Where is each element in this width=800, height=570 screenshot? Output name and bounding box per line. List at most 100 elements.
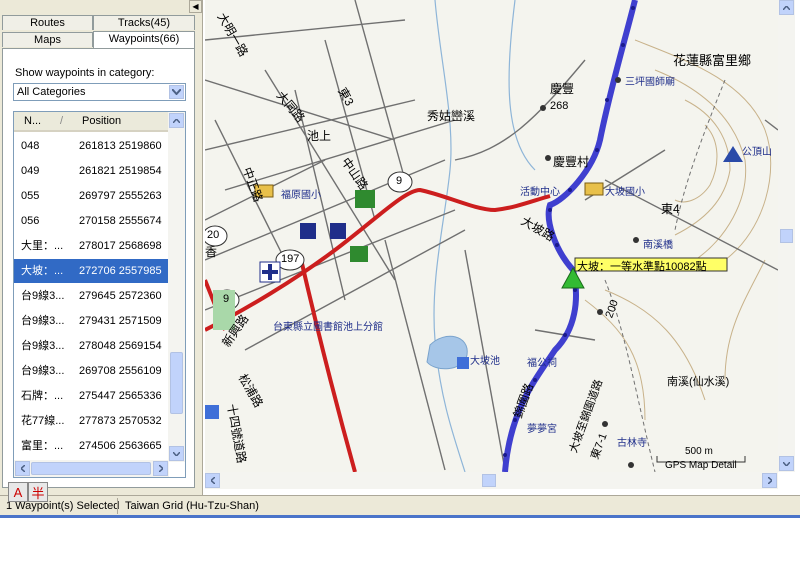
map-vertical-scrollbar[interactable] xyxy=(778,0,795,472)
category-select-value: All Categories xyxy=(17,86,86,98)
map-scale-label: 500 m xyxy=(685,446,713,457)
map-label-dong4: 東4 xyxy=(661,202,680,216)
map-label-pond: 池上 xyxy=(307,129,332,143)
tab-routes[interactable]: Routes xyxy=(2,15,93,30)
waypoint-name: 台9線3... xyxy=(21,365,65,377)
waypoint-name: 049 xyxy=(21,165,40,177)
map-canvas xyxy=(205,0,778,472)
list-item[interactable]: 台9線3... 278048 2569154 xyxy=(14,334,169,358)
ime-mode-button[interactable]: A xyxy=(8,482,28,502)
list-item[interactable]: 049 261821 2519854 xyxy=(14,159,169,183)
map-vscroll-thumb[interactable] xyxy=(780,229,793,243)
status-grid: Taiwan Grid (Hu-Tzu-Shan) xyxy=(125,500,259,512)
map-label-gulin: 古林寺 xyxy=(617,438,647,449)
route-shield-20: 20 xyxy=(207,229,220,241)
map-label-fuyuan: 福原國小 xyxy=(281,190,321,201)
waypoint-name: 大里：... xyxy=(21,240,64,252)
map-label-activity: 活動中心 xyxy=(520,187,560,198)
waypoint-position: 274506 2563665 xyxy=(79,440,162,452)
route-shield-9: 9 xyxy=(396,175,403,187)
map-scroll-left-icon[interactable] xyxy=(205,473,220,488)
waypoint-name: 富里：... xyxy=(21,440,64,452)
list-item[interactable]: 台9線3... 279431 2571509 xyxy=(14,309,169,333)
list-item[interactable]: 花77線... 277873 2570532 xyxy=(14,409,169,433)
map-label-qingfeng-village: 慶豐村 xyxy=(553,155,590,169)
waypoint-name: 056 xyxy=(21,215,40,227)
waypoint-name: 台9線3... xyxy=(21,290,65,302)
map-label-fumeng: 夢夢宮 xyxy=(527,424,557,435)
waypoint-position: 261821 2519854 xyxy=(79,165,162,177)
list-item[interactable]: 富里：... 274506 2563665 xyxy=(14,434,169,458)
chevron-down-icon[interactable] xyxy=(169,85,184,99)
ime-halfwidth-button[interactable]: 半 xyxy=(28,482,48,502)
status-divider xyxy=(117,498,118,514)
category-select[interactable]: All Categories xyxy=(13,83,186,101)
waypoint-position: 279645 2572360 xyxy=(79,290,162,302)
ime-toolbar[interactable]: A 半 xyxy=(8,482,48,502)
map-label-gongding: 公頂山 xyxy=(742,147,772,158)
map-scroll-down-icon[interactable] xyxy=(779,456,794,471)
list-header: N... / Position xyxy=(14,112,169,132)
list-item[interactable]: 台9線3... 269708 2556109 xyxy=(14,359,169,383)
waypoint-list[interactable]: N... / Position 048 261813 2519860 049 2618… xyxy=(13,111,186,478)
map-label-nanxi-bridge: 南溪橋 xyxy=(643,240,673,251)
waypoint-name: 台9線3... xyxy=(21,340,65,352)
waypoint-position: 277873 2570532 xyxy=(79,415,162,427)
map-label-dapo-pond: 大坡池 xyxy=(470,356,500,367)
column-header-position[interactable]: Position xyxy=(82,115,121,127)
map-detail-label: GPS Map Detail xyxy=(665,460,737,471)
scroll-down-icon[interactable] xyxy=(169,446,184,461)
map-horizontal-scrollbar[interactable] xyxy=(205,472,778,489)
list-item[interactable]: 大里：... 278017 2568698 xyxy=(14,234,169,258)
scroll-right-icon[interactable] xyxy=(153,461,168,476)
hscroll-thumb[interactable] xyxy=(31,462,151,475)
list-item[interactable]: 台9線3... 279645 2572360 xyxy=(14,284,169,308)
waypoint-position: 269708 2556109 xyxy=(79,365,162,377)
list-horizontal-scrollbar[interactable] xyxy=(14,460,169,477)
waypoint-position: 261813 2519860 xyxy=(79,140,162,152)
list-item[interactable]: 056 270158 2555674 xyxy=(14,209,169,233)
waypoint-position: 269797 2555263 xyxy=(79,190,162,202)
list-item[interactable]: 石牌：... 275447 2565336 xyxy=(14,384,169,408)
status-bar: 1 Waypoint(s) Selected Taiwan Grid (Hu-T… xyxy=(0,495,800,516)
scroll-thumb[interactable] xyxy=(170,352,183,414)
waypoint-name: 花77線... xyxy=(21,415,65,427)
map-scroll-up-icon[interactable] xyxy=(779,0,794,15)
scroll-up-icon[interactable] xyxy=(169,113,184,128)
list-item[interactable]: 055 269797 2555263 xyxy=(14,184,169,208)
selected-waypoint-label[interactable]: 大坡：一等水準點10082點 xyxy=(577,258,707,274)
column-header-name[interactable]: N... xyxy=(24,115,41,127)
sidebar-panel: ◀ Routes Tracks(45) Maps Waypoints(66) S… xyxy=(0,0,203,495)
list-vertical-scrollbar[interactable] xyxy=(168,112,185,462)
map-view[interactable]: 花蓮縣富里鄉 大明一路 大同路 東3 池上 秀姑巒溪 慶豐 268 三坪國師廟 … xyxy=(205,0,778,472)
collapse-arrow-icon[interactable]: ◀ xyxy=(189,0,202,13)
waypoint-position: 278048 2569154 xyxy=(79,340,162,352)
map-label-library: 台東縣立圖書館池上分館 xyxy=(273,322,383,333)
waypoint-position: 272706 2557985 xyxy=(79,265,162,277)
map-label-qingfeng: 慶豐 xyxy=(550,82,575,96)
map-label-creek: 秀姑巒溪 xyxy=(427,109,476,123)
waypoint-position: 278017 2568698 xyxy=(79,240,162,252)
tab-tracks[interactable]: Tracks(45) xyxy=(93,15,195,30)
waypoint-name: 大坡：... xyxy=(21,265,64,277)
tab-maps[interactable]: Maps xyxy=(2,32,93,47)
waypoint-name: 048 xyxy=(21,140,40,152)
category-label: Show waypoints in category: xyxy=(15,67,155,79)
map-label-sanping: 三坪國師廟 xyxy=(625,77,675,88)
waypoint-position: 275447 2565336 xyxy=(79,390,162,402)
route-shield-197: 197 xyxy=(281,253,300,265)
map-hscroll-thumb[interactable] xyxy=(482,474,496,487)
waypoint-position: 279431 2571509 xyxy=(79,315,162,327)
scroll-left-icon[interactable] xyxy=(15,461,30,476)
waypoint-position: 270158 2555674 xyxy=(79,215,162,227)
list-item[interactable]: 大坡：... 272706 2557985 xyxy=(14,259,169,283)
waypoint-name: 055 xyxy=(21,190,40,202)
list-item[interactable]: 048 261813 2519860 xyxy=(14,134,169,158)
map-scroll-right-icon[interactable] xyxy=(762,473,777,488)
map-label-xiang: 香 xyxy=(205,245,218,259)
map-label-fugong: 福公祠 xyxy=(527,358,557,369)
tab-waypoints[interactable]: Waypoints(66) xyxy=(93,31,195,49)
waypoint-name: 台9線3... xyxy=(21,315,65,327)
map-label-dapo-school: 大坡國小 xyxy=(605,187,645,198)
map-label-township: 花蓮縣富里鄉 xyxy=(673,53,752,68)
